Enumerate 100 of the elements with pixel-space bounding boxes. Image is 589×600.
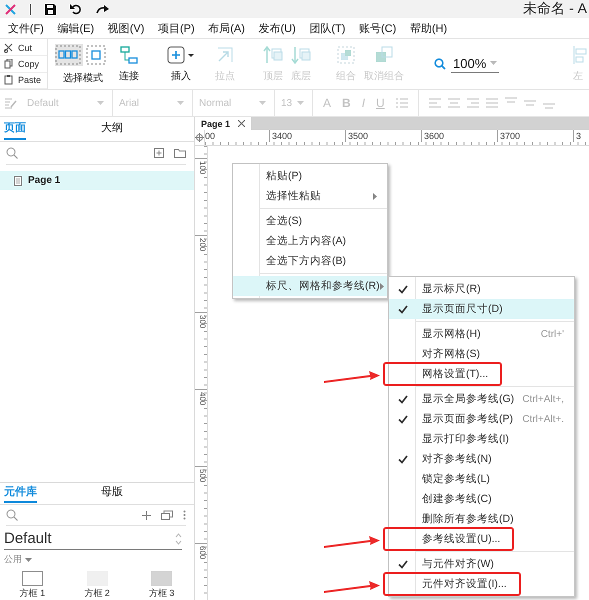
menu-item[interactable]: 项目(P)	[151, 20, 202, 36]
ruler-label: 500	[195, 466, 207, 543]
connect-button[interactable]: 连接	[115, 39, 143, 89]
menu-item[interactable]: 选择性粘贴	[233, 186, 387, 206]
menu-item[interactable]: 显示打印参考线(I)	[389, 429, 574, 449]
ruler-label: 3500	[345, 130, 421, 142]
search-icon[interactable]	[6, 509, 18, 521]
arrow-point-icon	[216, 46, 234, 64]
close-icon[interactable]	[238, 120, 246, 127]
align-left-icon	[573, 46, 587, 64]
cut-button[interactable]: Cut	[0, 40, 47, 56]
menu-item[interactable]: 对齐参考线(N)	[389, 449, 574, 469]
shortcut-label: Ctrl+Alt+.	[522, 414, 565, 424]
menu-item[interactable]: 团队(T)	[302, 20, 352, 36]
search-icon[interactable]	[6, 147, 18, 159]
ruler-label: 100	[195, 158, 207, 235]
shortcut-label: Ctrl+Alt+,	[522, 394, 565, 404]
align-right-icon[interactable]	[466, 98, 479, 108]
folder-icon[interactable]	[174, 148, 186, 158]
menu-item[interactable]: 视图(V)	[100, 20, 152, 36]
window-title: 未命名 - A	[523, 0, 587, 18]
ruler-label: 200	[195, 235, 207, 312]
menu-item[interactable]: 与元件对齐(W)	[389, 554, 574, 574]
menu-item[interactable]: 网格设置(T)...	[389, 364, 574, 384]
more-icon[interactable]	[183, 510, 186, 520]
bullet-list-icon[interactable]	[396, 98, 408, 108]
zoom-dropdown[interactable]: 100%	[451, 56, 500, 72]
ruler-label: 00	[205, 130, 216, 142]
panel-tab[interactable]: 母版	[97, 483, 194, 504]
menu-item[interactable]: 创建参考线(C)	[389, 489, 574, 509]
menu-item[interactable]: 文件(F)	[1, 20, 51, 36]
menu-item[interactable]: 显示网格(H) Ctrl+'	[389, 324, 574, 344]
save-icon[interactable]	[45, 4, 56, 14]
caret-icon	[97, 101, 104, 105]
plus-icon[interactable]	[142, 510, 151, 520]
caret-icon	[25, 558, 32, 562]
caret-icon	[297, 101, 304, 105]
category-label[interactable]: 公用	[4, 553, 22, 566]
menu-item[interactable]: 显示标尺(R)	[389, 279, 574, 299]
stack-icon[interactable]	[161, 510, 173, 520]
ruler-label: 3600	[421, 130, 497, 142]
scissors-icon	[4, 42, 13, 53]
ruler-label: 600	[195, 543, 207, 600]
widget-label: 方框 1	[20, 588, 46, 598]
annotation-arrow	[324, 579, 380, 595]
bring-front-icon	[263, 46, 283, 64]
annotation-arrow	[324, 369, 380, 385]
widget-thumbnail[interactable]	[151, 571, 172, 586]
library-dropdown[interactable]: Default	[4, 528, 182, 550]
menu-item[interactable]: 布局(A)	[201, 20, 252, 36]
search-icon	[434, 58, 446, 70]
page-item[interactable]: Page 1	[0, 171, 194, 190]
menu-item[interactable]: 删除所有参考线(D)	[389, 509, 574, 529]
widget-label: 方框 3	[148, 588, 174, 598]
menu-item[interactable]: 全选上方内容(A)	[233, 231, 387, 251]
ruler-label: 3	[573, 130, 589, 142]
menu-item[interactable]: 显示全局参考线(G) Ctrl+Alt+,	[389, 389, 574, 409]
edit-style-icon	[5, 98, 17, 108]
justify-icon[interactable]	[486, 98, 498, 108]
crosshair-icon	[195, 133, 204, 142]
copy-button[interactable]: Copy	[0, 56, 47, 73]
menu-item[interactable]: 元件对齐设置(I)...	[389, 574, 574, 594]
menu-item[interactable]: 账号(C)	[352, 20, 404, 36]
shortcut-label: Ctrl+'	[540, 328, 565, 340]
add-page-icon[interactable]	[154, 148, 164, 158]
menu-item[interactable]: 发布(U)	[252, 20, 303, 36]
menu-item[interactable]: 显示页面尺寸(D)	[389, 299, 574, 319]
menu-item[interactable]: 参考线设置(U)...	[389, 529, 574, 549]
menu-item[interactable]: 全选(S)	[233, 211, 387, 231]
chevron-icon	[490, 61, 498, 65]
align-left-icon[interactable]	[428, 98, 441, 108]
paste-button[interactable]: Paste	[0, 72, 47, 89]
menu-item[interactable]: 锁定参考线(L)	[389, 469, 574, 489]
copy-icon	[4, 58, 13, 69]
caret-icon	[177, 101, 184, 105]
connector-icon	[120, 46, 138, 64]
insert-button[interactable]: 插入	[163, 39, 199, 89]
send-back-icon	[291, 46, 311, 64]
logo-icon	[5, 4, 16, 14]
select-button[interactable]: 选择模式	[51, 39, 115, 89]
menu-item[interactable]: 粘贴(P)	[233, 166, 387, 186]
panel-tab[interactable]: 大纲	[97, 117, 194, 141]
ruler-label: 400	[195, 389, 207, 466]
undo-icon[interactable]	[70, 4, 82, 14]
caret-icon	[259, 101, 266, 105]
align-center-icon[interactable]	[448, 98, 460, 108]
menu-item[interactable]: 全选下方内容(B)	[233, 251, 387, 271]
page-tab[interactable]: Page 1	[195, 117, 252, 130]
menu-item[interactable]: 标尺、网格和参考线(R)	[233, 276, 387, 296]
widget-thumbnail[interactable]	[22, 571, 43, 586]
menu-item[interactable]: 帮助(H)	[403, 20, 454, 36]
plus-square-icon	[167, 46, 195, 64]
widget-label: 方框 2	[84, 588, 110, 598]
ruler-label: 3400	[269, 130, 345, 142]
menu-item[interactable]: 显示页面参考线(P) Ctrl+Alt+.	[389, 409, 574, 429]
menu-item[interactable]: 编辑(E)	[50, 20, 101, 36]
annotation-arrow	[324, 534, 380, 550]
clipboard-icon	[4, 75, 13, 86]
menu-item[interactable]: 对齐网格(S)	[389, 344, 574, 364]
redo-icon[interactable]	[96, 4, 109, 14]
